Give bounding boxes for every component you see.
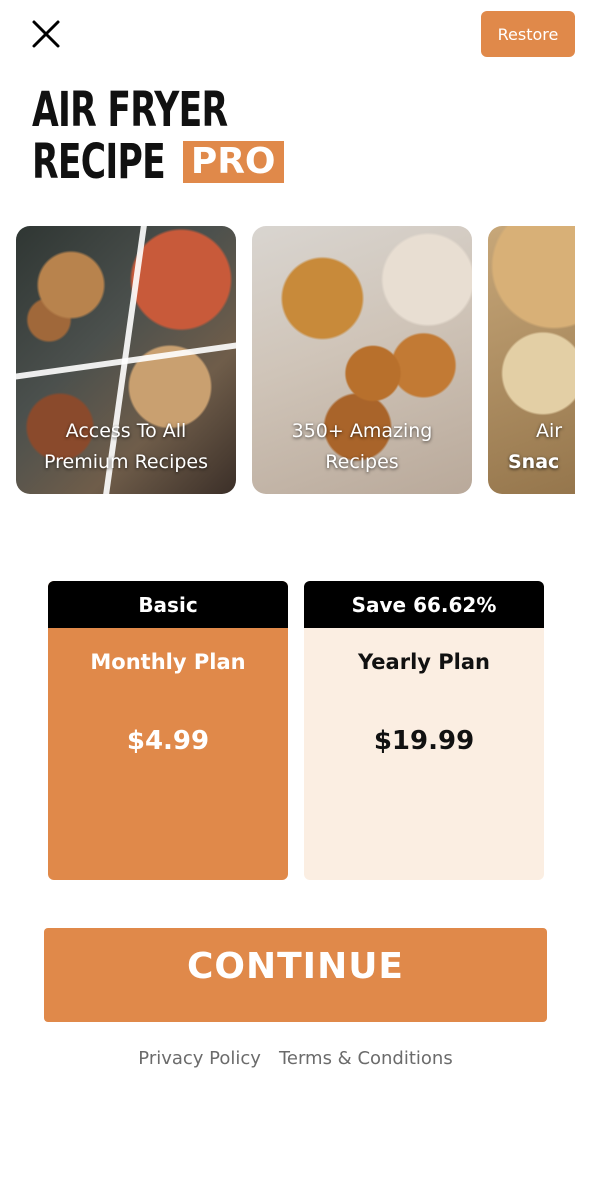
plan-price: $4.99 xyxy=(126,726,210,756)
card-caption: Access To All Premium Recipes xyxy=(16,416,236,478)
app-logo: AIR FRYER RECIPE PRO xyxy=(32,84,303,188)
plan-name: Monthly Plan xyxy=(90,650,246,674)
feature-card-air-snacks[interactable]: Air Snac xyxy=(488,226,575,494)
feature-card-amazing-recipes[interactable]: 350+ Amazing Recipes xyxy=(252,226,472,494)
plan-badge: Basic xyxy=(48,581,288,628)
card-caption-line-1: Air xyxy=(536,420,563,442)
pro-badge: PRO xyxy=(182,141,284,183)
plan-monthly[interactable]: Basic Monthly Plan $4.99 xyxy=(48,581,288,880)
terms-link[interactable]: Terms & Conditions xyxy=(279,1048,453,1069)
feature-carousel[interactable]: Access To All Premium Recipes 350+ Amazi… xyxy=(16,226,575,494)
plan-name: Yearly Plan xyxy=(358,650,490,674)
feature-card-premium-recipes[interactable]: Access To All Premium Recipes xyxy=(16,226,236,494)
card-caption: 350+ Amazing Recipes xyxy=(252,416,472,478)
privacy-policy-link[interactable]: Privacy Policy xyxy=(138,1048,261,1069)
restore-button[interactable]: Restore xyxy=(481,11,575,57)
card-caption: Air Snac xyxy=(488,416,575,478)
card-caption-line-1: 350+ Amazing xyxy=(291,420,433,442)
plan-yearly[interactable]: Save 66.62% Yearly Plan $19.99 xyxy=(304,581,544,880)
card-caption-line-2: Snac xyxy=(508,451,560,473)
card-caption-line-2: Recipes xyxy=(325,451,399,473)
close-icon xyxy=(32,20,60,48)
continue-button[interactable]: CONTINUE xyxy=(44,928,547,1022)
plan-price: $19.99 xyxy=(373,726,475,756)
logo-line-2-text: RECIPE xyxy=(32,134,166,190)
logo-line-1: AIR FRYER xyxy=(32,82,228,138)
card-caption-line-1: Access To All xyxy=(65,420,187,442)
card-caption-line-2: Premium Recipes xyxy=(44,451,208,473)
logo-line-2: RECIPE PRO xyxy=(32,136,303,188)
footer-links: Privacy Policy Terms & Conditions xyxy=(0,1048,591,1069)
close-button[interactable] xyxy=(26,14,66,54)
plan-badge: Save 66.62% xyxy=(304,581,544,628)
